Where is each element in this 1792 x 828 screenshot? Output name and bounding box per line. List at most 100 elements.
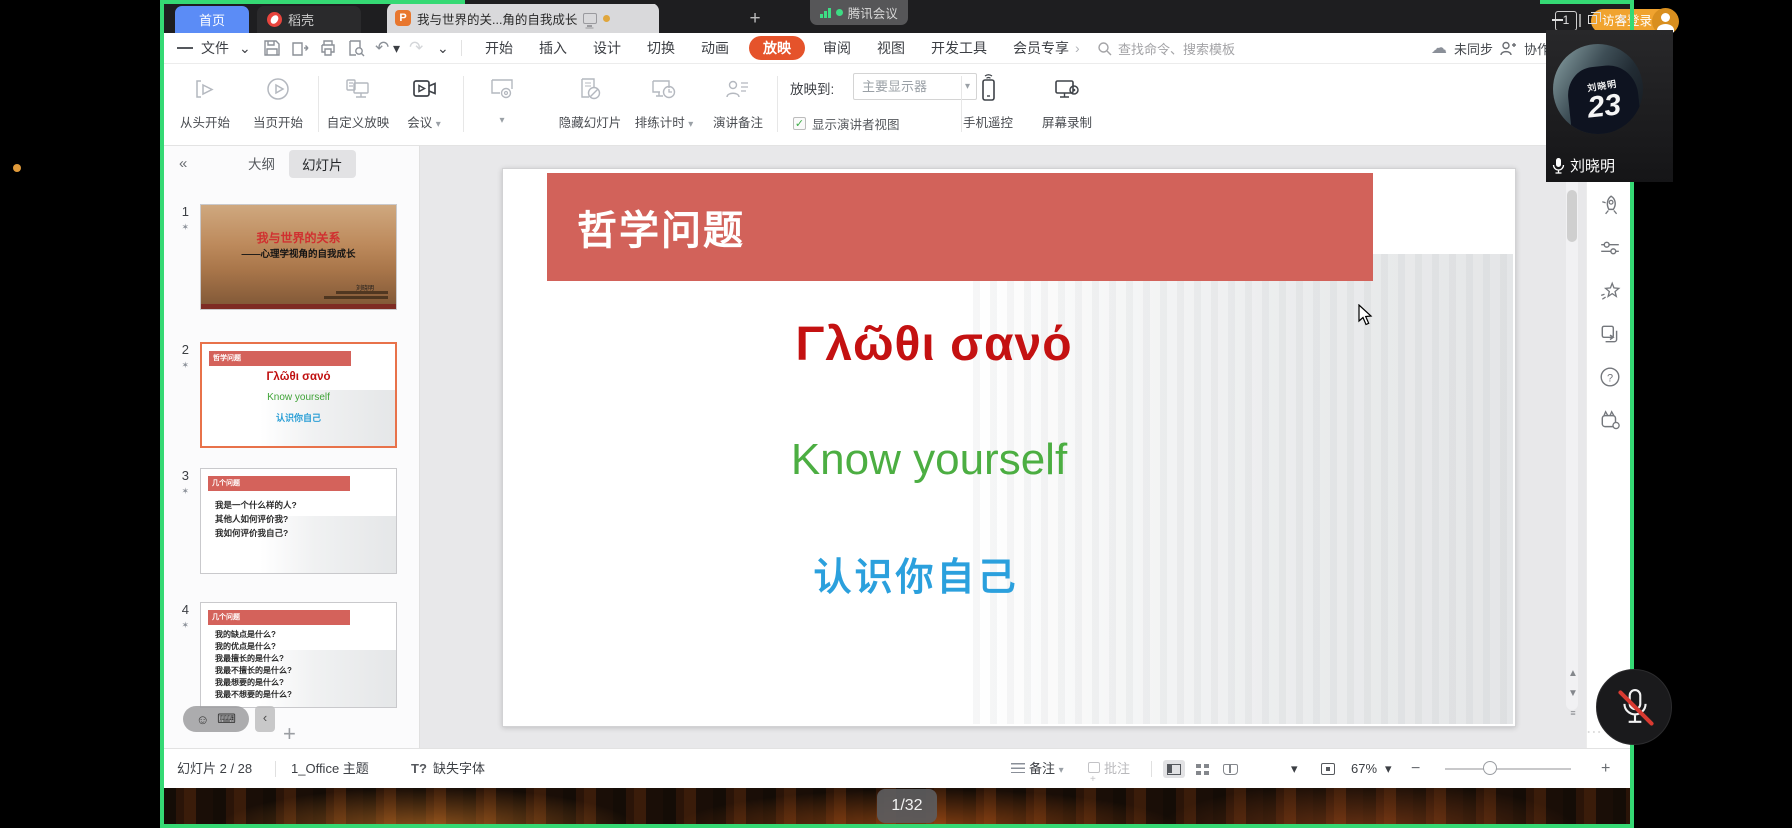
menu-tab-view[interactable]: 视图 bbox=[877, 33, 905, 63]
duplicate-frames-icon[interactable] bbox=[1599, 323, 1621, 345]
tab-outline[interactable]: 大纲 bbox=[248, 153, 275, 173]
slide-thumbnail-2-selected[interactable]: 哲学问题 Γλῶθι σανό Know yourself 认识你自己 bbox=[200, 342, 397, 448]
undo-icon[interactable]: ↶ bbox=[375, 33, 389, 63]
comments-button[interactable]: 批注 bbox=[1088, 749, 1130, 789]
from-current-button[interactable]: 当页开始 bbox=[240, 72, 316, 131]
menu-tab-vip[interactable]: 会员专享 bbox=[1013, 33, 1069, 63]
screen-record-button[interactable]: 屏幕录制 bbox=[1029, 72, 1105, 131]
cast-monitor-icon bbox=[583, 13, 597, 24]
scrollbar-thumb[interactable] bbox=[1567, 190, 1577, 242]
vip-more-icon[interactable]: › bbox=[1075, 33, 1080, 63]
sliders-settings-icon[interactable] bbox=[1599, 237, 1621, 259]
menu-tab-devtools[interactable]: 开发工具 bbox=[931, 33, 987, 63]
restore-button[interactable] bbox=[1581, 11, 1603, 29]
zoom-out-button[interactable]: − bbox=[1411, 749, 1420, 789]
from-current-label: 当页开始 bbox=[240, 112, 316, 131]
print-icon[interactable] bbox=[319, 39, 337, 57]
menu-tab-insert[interactable]: 插入 bbox=[539, 33, 567, 63]
rehearse-timer-icon bbox=[626, 72, 702, 106]
meeting-status-badge[interactable]: 腾讯会议 bbox=[810, 0, 908, 25]
fit-window-button[interactable] bbox=[1317, 760, 1339, 778]
keyboard-icon[interactable]: ⌨ bbox=[217, 711, 236, 727]
undo-caret-icon[interactable]: ▾ bbox=[393, 33, 400, 63]
theme-label[interactable]: 1_Office 主题 bbox=[291, 749, 369, 789]
new-tab-button[interactable]: + bbox=[743, 7, 767, 31]
tab-docer[interactable]: 稻壳 bbox=[257, 6, 361, 33]
from-beginning-button[interactable]: 从头开始 bbox=[167, 72, 243, 131]
more-quick-tools-icon[interactable]: ⌄ bbox=[437, 33, 449, 63]
custom-show-button[interactable]: 自定义放映 bbox=[320, 72, 396, 131]
missing-font-label[interactable]: 缺失字体 bbox=[433, 749, 485, 789]
zoom-in-button[interactable]: + bbox=[1601, 749, 1610, 789]
cloud-sync-icon[interactable]: ☁ bbox=[1431, 38, 1447, 58]
pet-assistant-icon[interactable] bbox=[1599, 409, 1621, 431]
quick-input-pill[interactable]: ☺ ⌨ bbox=[183, 706, 249, 732]
command-search[interactable]: 查找命令、搜索模板 bbox=[1097, 33, 1235, 63]
print-preview-icon[interactable] bbox=[347, 39, 365, 57]
zoom-slider-handle[interactable] bbox=[1483, 761, 1497, 775]
view-sorter-button[interactable] bbox=[1191, 760, 1213, 778]
tab-slides-active[interactable]: 幻灯片 bbox=[289, 150, 356, 178]
show-settings-icon bbox=[464, 72, 540, 106]
menu-tab-transition[interactable]: 切换 bbox=[647, 33, 675, 63]
slide-greek-text[interactable]: Γλῶθι σανό bbox=[795, 317, 1072, 372]
pill-collapse-icon[interactable]: ‹ bbox=[255, 706, 275, 732]
redo-icon[interactable]: ↷ bbox=[409, 33, 423, 63]
view-reading-button[interactable] bbox=[1219, 760, 1241, 778]
speaker-notes-button[interactable]: 演讲备注 bbox=[700, 72, 776, 131]
collapse-panel-icon[interactable]: « bbox=[179, 155, 187, 172]
missing-font-icon: T? bbox=[411, 749, 427, 789]
sparkle-effects-icon[interactable] bbox=[1599, 280, 1621, 302]
menu-tab-review[interactable]: 审阅 bbox=[823, 33, 851, 63]
phone-remote-button[interactable]: 手机遥控 bbox=[950, 72, 1026, 131]
slide-chinese-text[interactable]: 认识你自己 bbox=[813, 546, 1018, 601]
slide-english-text[interactable]: Know yourself bbox=[791, 435, 1067, 485]
meeting-more-dots-icon[interactable]: ⋯ bbox=[1586, 722, 1604, 742]
file-caret-icon[interactable]: ⌄ bbox=[239, 33, 251, 63]
view-options-caret-icon[interactable]: ▾ bbox=[1291, 749, 1298, 789]
tab-document[interactable]: P 我与世界的关...角的自我成长 bbox=[387, 3, 659, 33]
rehearse-button[interactable]: 排练计时 ▾ bbox=[626, 72, 702, 131]
view-sorter-icon bbox=[1196, 764, 1209, 775]
transition-star-icon: ✶ bbox=[169, 222, 189, 233]
slide-thumbnail-1[interactable]: 我与世界的关系 ——心理学视角的自我成长 刘晓明 bbox=[200, 204, 397, 310]
slide-title-banner[interactable]: 哲学问题 bbox=[547, 173, 1373, 281]
zoom-caret-icon[interactable]: ▾ bbox=[1385, 749, 1392, 789]
thumb3-header: 几个问题 bbox=[208, 476, 350, 491]
hide-slide-button[interactable]: 隐藏幻灯片 bbox=[552, 72, 628, 131]
meeting-video-tile[interactable]: 刘晓明 23 刘晓明 bbox=[1546, 30, 1673, 182]
slide-thumbnail-3[interactable]: 几个问题 我是一个什么样的人? 其他人如何评价我? 我如何评价我自己? bbox=[200, 468, 397, 574]
emoji-icon[interactable]: ☺ bbox=[196, 712, 209, 727]
rocket-quickaccess-icon[interactable] bbox=[1599, 194, 1621, 216]
menu-tab-design[interactable]: 设计 bbox=[593, 33, 621, 63]
next-slide-icon[interactable]: ▼ bbox=[1564, 688, 1582, 699]
slide-canvas[interactable]: 哲学问题 Γλῶθι σανό Know yourself 认识你自己 bbox=[502, 168, 1516, 727]
meeting-button[interactable]: 会议 ▾ bbox=[389, 72, 459, 131]
save-icon[interactable] bbox=[263, 39, 281, 57]
menu-tab-slideshow-active[interactable]: 放映 bbox=[749, 36, 805, 60]
file-menu[interactable]: 文件 bbox=[201, 33, 229, 63]
export-icon[interactable] bbox=[291, 39, 309, 57]
notes-button[interactable]: 备注 ▾ bbox=[1011, 749, 1064, 789]
help-icon[interactable]: ? bbox=[1599, 366, 1621, 388]
scroll-more-icon[interactable]: ≡ bbox=[1564, 708, 1582, 718]
menu-bar: 文件 ⌄ ↶ ▾ ↷ ⌄ 开始 插入 设计 切换 动画 放映 审阅 视图 开发工… bbox=[163, 33, 1631, 64]
menu-tab-start[interactable]: 开始 bbox=[485, 33, 513, 63]
presenter-view-toggle[interactable]: ✓ 显示演讲者视图 bbox=[793, 114, 900, 133]
sync-status-label[interactable]: 未同步 bbox=[1454, 39, 1493, 58]
show-settings-button[interactable]: ▾ bbox=[464, 72, 540, 126]
collaborate-icon[interactable] bbox=[1500, 41, 1517, 56]
minimize-button[interactable] bbox=[1546, 11, 1568, 29]
mouse-cursor-icon bbox=[1358, 304, 1374, 326]
page-indicator-badge: 1/32 bbox=[877, 789, 937, 823]
view-normal-button[interactable] bbox=[1163, 760, 1185, 778]
slide-thumbnail-4[interactable]: 几个问题 我的缺点是什么? 我的优点是什么? 我最擅长的是什么? 我最不擅长的是… bbox=[200, 602, 397, 708]
menu-tab-animation[interactable]: 动画 bbox=[701, 33, 729, 63]
zoom-level-label[interactable]: 67% bbox=[1351, 749, 1377, 789]
tab-home[interactable]: 首页 bbox=[175, 6, 249, 33]
previous-slide-icon[interactable]: ▲ bbox=[1564, 668, 1582, 679]
rehearse-label: 排练计时 ▾ bbox=[626, 112, 702, 131]
zoom-slider-track[interactable] bbox=[1445, 768, 1571, 770]
muted-mic-button[interactable] bbox=[1596, 669, 1672, 745]
add-slide-button[interactable]: + bbox=[283, 721, 296, 747]
